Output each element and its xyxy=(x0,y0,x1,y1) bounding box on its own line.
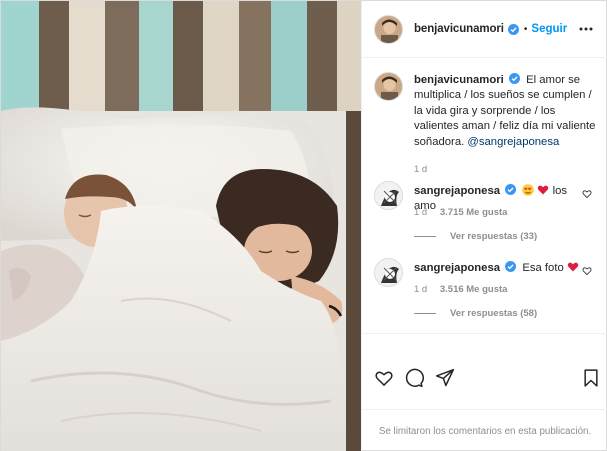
more-options-icon[interactable] xyxy=(578,21,594,37)
verified-badge-icon xyxy=(507,23,519,35)
post-actions-bar xyxy=(362,333,607,409)
comment-likes[interactable]: 3.715 Me gusta xyxy=(440,207,508,218)
heart-icon[interactable] xyxy=(374,368,394,388)
comment-likes[interactable]: 3.516 Me gusta xyxy=(440,284,508,295)
post-header: benjavicunamori • Seguir xyxy=(362,1,607,58)
comment-age[interactable]: 1 d xyxy=(414,284,427,295)
caption-username[interactable]: benjavicunamori xyxy=(414,74,504,86)
red-heart-emoji-icon xyxy=(567,262,579,272)
verified-badge-icon xyxy=(508,73,520,84)
sleeping-mother-and-child-image xyxy=(1,1,361,451)
post-side-panel: benjavicunamori • Seguir benjavicunamori… xyxy=(362,1,607,451)
avatar[interactable] xyxy=(374,14,403,44)
like-comment-heart-icon[interactable] xyxy=(582,189,592,199)
comment-meta: 1 d 3.715 Me gusta xyxy=(414,207,507,218)
comment-age[interactable]: 1 d xyxy=(414,207,427,218)
post-photo[interactable] xyxy=(1,1,362,451)
share-icon[interactable] xyxy=(435,368,455,388)
avatar[interactable] xyxy=(374,258,403,287)
avatar[interactable] xyxy=(374,72,403,101)
view-replies-button[interactable]: Ver respuestas (58) xyxy=(414,308,537,319)
instagram-post: benjavicunamori • Seguir benjavicunamori… xyxy=(0,0,607,451)
comment-icon[interactable] xyxy=(404,368,424,388)
replies-divider xyxy=(414,313,436,314)
avatar[interactable] xyxy=(374,181,403,210)
comments-limited-notice: Se limitaron los comentarios en esta pub… xyxy=(362,409,607,451)
verified-badge-icon xyxy=(505,184,517,195)
caption-age[interactable]: 1 d xyxy=(414,162,600,177)
comment-username[interactable]: sangrejaponesa xyxy=(414,262,500,274)
post-author-username[interactable]: benjavicunamori xyxy=(414,23,504,35)
verified-badge-icon xyxy=(505,261,517,272)
red-heart-emoji-icon xyxy=(538,185,549,195)
follow-button[interactable]: Seguir xyxy=(531,23,567,35)
comment-username[interactable]: sangrejaponesa xyxy=(414,185,500,197)
like-comment-heart-icon[interactable] xyxy=(582,266,592,276)
replies-divider xyxy=(414,236,436,237)
caption-mention-link[interactable]: @sangrejaponesa xyxy=(467,136,559,148)
view-replies-button[interactable]: Ver respuestas (33) xyxy=(414,231,537,242)
bookmark-icon[interactable] xyxy=(581,368,601,388)
comment-meta: 1 d 3.516 Me gusta xyxy=(414,284,507,295)
view-replies-label: Ver respuestas (33) xyxy=(450,231,538,242)
heart-eyes-emoji-icon xyxy=(522,184,535,196)
comment-text: Esa foto xyxy=(522,262,564,274)
separator-dot: • xyxy=(523,23,528,35)
comments-section[interactable]: benjavicunamori El amor se multiplica / … xyxy=(362,58,607,333)
view-replies-label: Ver respuestas (58) xyxy=(450,308,538,319)
